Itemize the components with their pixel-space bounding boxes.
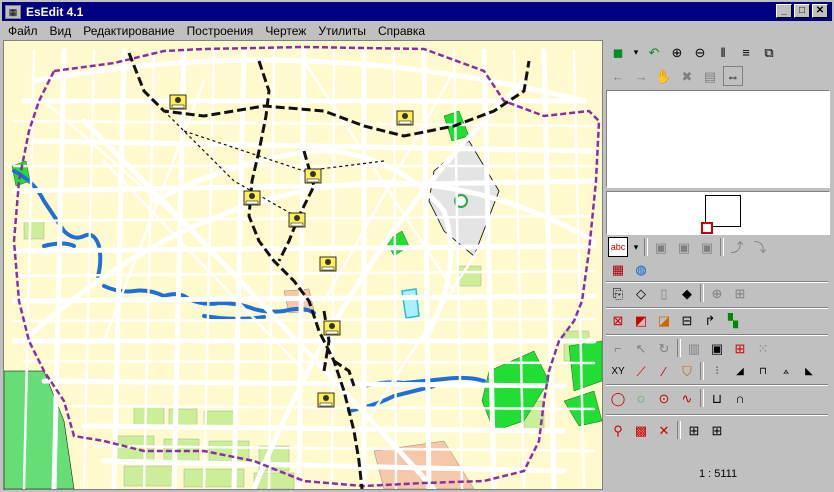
sheet-rotate-icon[interactable]: ◇ bbox=[631, 283, 651, 303]
toolbar-draw: XY ⟋ ⁄ ⛉ ⫶ ◢ ⊓ ⟑ ◣ bbox=[608, 361, 822, 381]
circle-icon[interactable]: ◯ bbox=[608, 388, 628, 408]
menu-edit[interactable]: Редактирование bbox=[77, 24, 180, 38]
app-icon[interactable]: ▦ bbox=[5, 4, 21, 19]
menu-view[interactable]: Вид bbox=[44, 24, 78, 38]
export-icon[interactable]: ⤴ bbox=[727, 237, 747, 257]
center-box-icon[interactable]: ⊞ bbox=[730, 283, 750, 303]
back-arrow-icon[interactable]: ← bbox=[608, 66, 628, 86]
measure-height-icon[interactable]: ◣ bbox=[799, 361, 819, 381]
measure-parallel-icon[interactable]: ⊓ bbox=[753, 361, 773, 381]
select-frame-icon[interactable]: ▣ bbox=[707, 338, 727, 358]
draw-shield-icon[interactable]: ⛉ bbox=[677, 361, 697, 381]
object-split-icon[interactable]: ⊟ bbox=[677, 310, 697, 330]
object-layer-icon[interactable]: ▚ bbox=[723, 310, 743, 330]
sheet-fill-icon[interactable]: ◆ bbox=[677, 283, 697, 303]
menu-bar: Файл Вид Редактирование Построения Черте… bbox=[2, 21, 832, 40]
title-bar[interactable]: ▦ EsEdit 4.1 _ □ ✕ bbox=[2, 2, 832, 21]
toolbar-grid: ▦ ◍ bbox=[608, 259, 654, 279]
select-clear-icon[interactable]: ⊞ bbox=[730, 338, 750, 358]
minimize-button[interactable]: _ bbox=[776, 4, 792, 18]
undo-icon[interactable]: ↶ bbox=[644, 42, 664, 62]
draw-segment-icon[interactable]: ⟋ bbox=[631, 361, 651, 381]
ruler-icon[interactable]: ‖ bbox=[713, 42, 733, 62]
menu-utilities[interactable]: Утилиты bbox=[312, 24, 372, 38]
toolbar-nav: ← → ✋ ✖ ▤ ⇔ bbox=[608, 66, 746, 86]
layer-list-icon[interactable]: ≡ bbox=[736, 42, 756, 62]
menu-help[interactable]: Справка bbox=[372, 24, 431, 38]
toolbar-geometry: ◯ ◌ ⊙ ∿ ⊔ ∩ bbox=[608, 388, 753, 408]
symbol-add-icon[interactable]: ⊞ bbox=[684, 420, 704, 440]
arc-icon[interactable]: ◌ bbox=[631, 388, 651, 408]
close-button[interactable]: ✕ bbox=[812, 4, 828, 18]
menu-file[interactable]: Файл bbox=[2, 24, 44, 38]
draw-line-icon[interactable]: ⁄ bbox=[654, 361, 674, 381]
zoom-in-icon[interactable]: ⊕ bbox=[667, 42, 687, 62]
draw-xy-icon[interactable]: XY bbox=[608, 361, 628, 381]
pan-hand-icon[interactable]: ✋ bbox=[654, 66, 674, 86]
menu-drawing[interactable]: Чертеж bbox=[259, 24, 312, 38]
properties-icon[interactable]: ▣ bbox=[651, 237, 671, 257]
dropdown-icon[interactable]: ▾ bbox=[631, 237, 641, 257]
scale-readout: 1 : 5111 bbox=[698, 468, 738, 480]
toolbar-main: ◼ ▾ ↶ ⊕ ⊖ ‖ ≡ ⧉ bbox=[608, 42, 782, 62]
object-merge-icon[interactable]: ◪ bbox=[654, 310, 674, 330]
import-icon[interactable]: ⤵ bbox=[750, 237, 770, 257]
join-icon[interactable]: ⊔ bbox=[707, 388, 727, 408]
sheet-new-icon[interactable]: ⎘ bbox=[608, 283, 628, 303]
tool-panel: ◼ ▾ ↶ ⊕ ⊖ ‖ ≡ ⧉ ← → ✋ ✖ ▤ ⇔ abc ▾ ▣ ▣ ▣ … bbox=[604, 40, 832, 490]
object-delete-icon[interactable]: ⊠ bbox=[608, 310, 628, 330]
symbol-grid-icon[interactable]: ▩ bbox=[631, 420, 651, 440]
properties-copy-icon[interactable]: ▣ bbox=[697, 237, 717, 257]
window-title: EsEdit 4.1 bbox=[26, 4, 84, 19]
grid-icon[interactable]: ▦ bbox=[608, 259, 628, 279]
measure-distance-icon[interactable]: ⫶ bbox=[707, 361, 727, 381]
map-drawing[interactable] bbox=[4, 41, 602, 489]
center-icon[interactable]: ⊕ bbox=[707, 283, 727, 303]
circle-center-icon[interactable]: ⊙ bbox=[654, 388, 674, 408]
toolbar-objects: ⊠ ◩ ◪ ⊟ ↱ ▚ bbox=[608, 310, 746, 330]
sheet-page-icon[interactable]: ▯ bbox=[654, 283, 674, 303]
maximize-button[interactable]: □ bbox=[794, 4, 810, 18]
toolbar-text: abc ▾ ▣ ▣ ▣ ⤴ ⤵ bbox=[608, 237, 773, 257]
text-style-icon[interactable]: abc bbox=[608, 237, 628, 257]
symbol-add-link-icon[interactable]: ⊞ bbox=[707, 420, 727, 440]
application-window: ▦ EsEdit 4.1 _ □ ✕ Файл Вид Редактирован… bbox=[0, 0, 834, 492]
symbol-delete-icon[interactable]: ✕ bbox=[654, 420, 674, 440]
globe-icon[interactable]: ◍ bbox=[631, 259, 651, 279]
measure-y-icon[interactable]: ⟑ bbox=[776, 361, 796, 381]
dropdown-icon[interactable]: ▾ bbox=[631, 42, 641, 62]
select-refresh-icon[interactable]: ↻ bbox=[654, 338, 674, 358]
copy-icon[interactable]: ⧉ bbox=[759, 42, 779, 62]
object-move-icon[interactable]: ◩ bbox=[631, 310, 651, 330]
curve-icon[interactable]: ∿ bbox=[677, 388, 697, 408]
toolbar-select: ⌐ ↖ ↻ ▥ ▣ ⊞ ⁙ bbox=[608, 338, 776, 358]
arch-icon[interactable]: ∩ bbox=[730, 388, 750, 408]
menu-construct[interactable]: Построения bbox=[181, 24, 260, 38]
map-canvas[interactable] bbox=[3, 40, 603, 490]
overview-marker[interactable] bbox=[701, 222, 713, 234]
select-trash-icon[interactable]: ▥ bbox=[684, 338, 704, 358]
swap-icon[interactable]: ⇔ bbox=[723, 66, 743, 86]
info-panel bbox=[606, 90, 830, 188]
delete-icon[interactable]: ✖ bbox=[677, 66, 697, 86]
toolbar-symbols: ⚲ ▩ ✕ ⊞ ⊞ bbox=[608, 420, 730, 440]
forward-arrow-icon[interactable]: → bbox=[631, 66, 651, 86]
properties-edit-icon[interactable]: ▣ bbox=[674, 237, 694, 257]
zoom-out-icon[interactable]: ⊖ bbox=[690, 42, 710, 62]
symbol-place-icon[interactable]: ⚲ bbox=[608, 420, 628, 440]
overview-map[interactable] bbox=[606, 191, 830, 235]
select-arrow-icon[interactable]: ↖ bbox=[631, 338, 651, 358]
object-rotate-icon[interactable]: ↱ bbox=[700, 310, 720, 330]
list-icon[interactable]: ▤ bbox=[700, 66, 720, 86]
select-dots-icon[interactable]: ⁙ bbox=[753, 338, 773, 358]
toolbar-sheets: ⎘ ◇ ▯ ◆ ⊕ ⊞ bbox=[608, 283, 753, 303]
select-node-icon[interactable]: ⌐ bbox=[608, 338, 628, 358]
layers-icon[interactable]: ◼ bbox=[608, 42, 628, 62]
measure-angle-icon[interactable]: ◢ bbox=[730, 361, 750, 381]
